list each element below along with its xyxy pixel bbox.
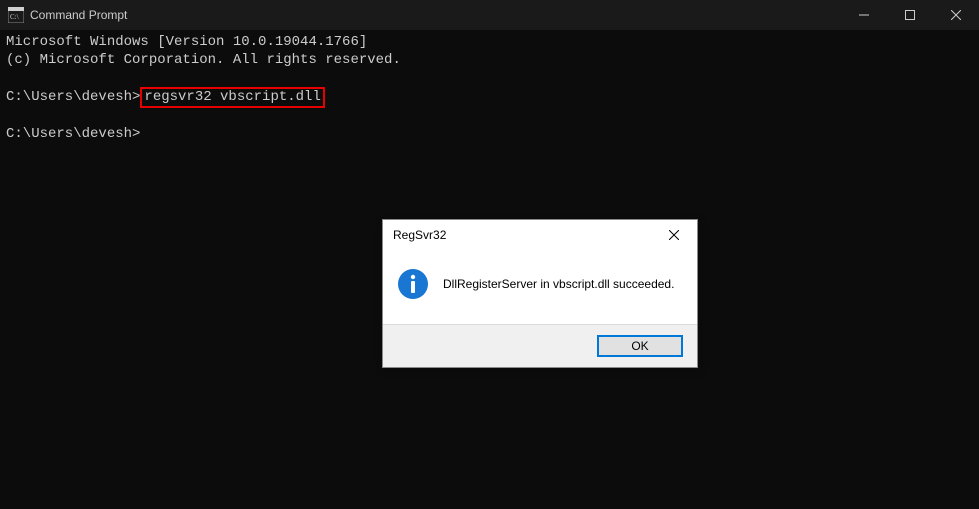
terminal-line xyxy=(6,108,973,126)
dialog-titlebar[interactable]: RegSvr32 xyxy=(383,220,697,250)
cmd-icon: C:\ xyxy=(8,7,24,23)
dialog-close-button[interactable] xyxy=(659,220,689,250)
dialog-body: DllRegisterServer in vbscript.dll succee… xyxy=(383,250,697,324)
window-title: Command Prompt xyxy=(30,8,841,22)
dialog-footer: OK xyxy=(383,324,697,367)
regsvr32-dialog: RegSvr32 DllRegisterServer in vbscript.d… xyxy=(382,219,698,368)
dialog-title: RegSvr32 xyxy=(393,228,659,242)
terminal-line: Microsoft Windows [Version 10.0.19044.17… xyxy=(6,34,973,52)
titlebar[interactable]: C:\ Command Prompt xyxy=(0,0,979,30)
terminal-line: (c) Microsoft Corporation. All rights re… xyxy=(6,52,973,70)
highlighted-command: regsvr32 vbscript.dll xyxy=(140,87,324,109)
dialog-message: DllRegisterServer in vbscript.dll succee… xyxy=(443,277,674,291)
maximize-button[interactable] xyxy=(887,0,933,30)
minimize-button[interactable] xyxy=(841,0,887,30)
svg-text:C:\: C:\ xyxy=(10,13,19,21)
terminal-prompt-line: C:\Users\devesh> xyxy=(6,126,973,144)
window-controls xyxy=(841,0,979,30)
terminal-line xyxy=(6,69,973,87)
ok-button[interactable]: OK xyxy=(597,335,683,357)
close-button[interactable] xyxy=(933,0,979,30)
info-icon xyxy=(397,268,429,300)
prompt-prefix: C:\Users\devesh> xyxy=(6,89,140,105)
terminal-prompt-line: C:\Users\devesh>regsvr32 vbscript.dll xyxy=(6,87,973,109)
